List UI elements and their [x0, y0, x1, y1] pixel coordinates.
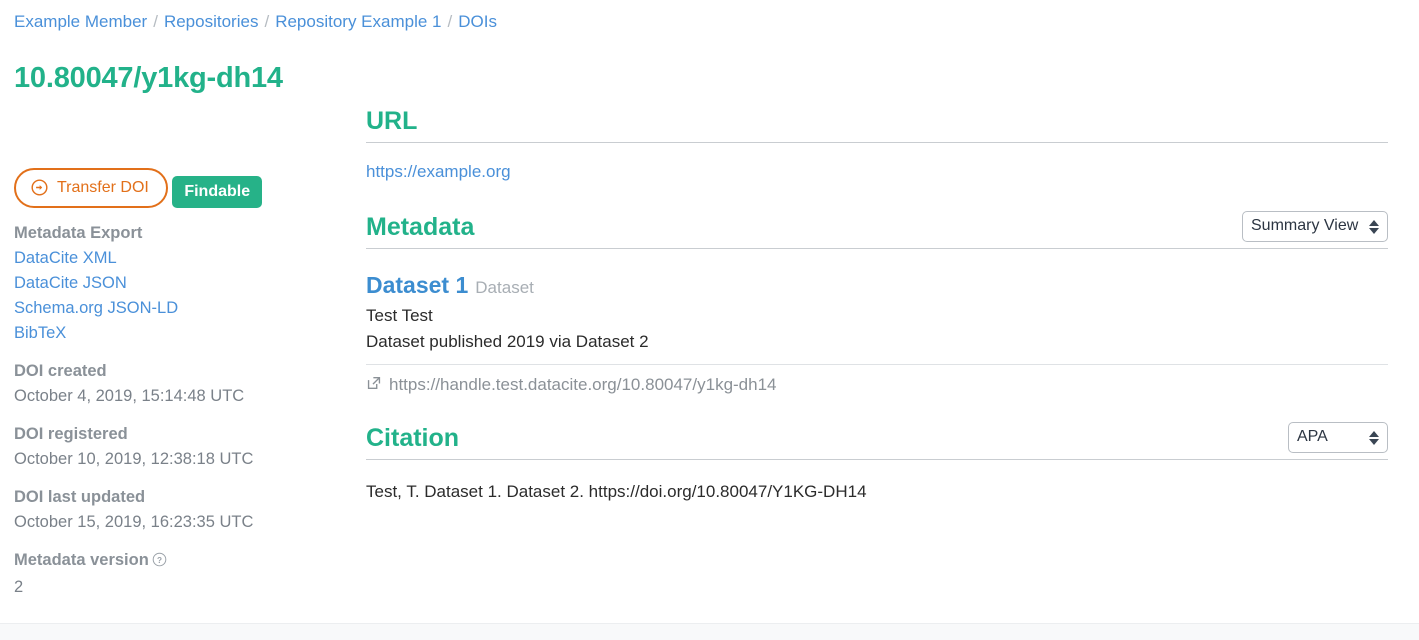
citation-section-header: Citation APA: [366, 422, 1388, 460]
dataset-creator: Test Test: [366, 306, 433, 325]
metadata-view-select-wrapper[interactable]: Summary View: [1242, 211, 1388, 242]
citation-section-title: Citation: [366, 424, 460, 452]
doi-detail-page: Example Member / Repositories / Repository E…: [0, 0, 1419, 623]
footer-band: [0, 623, 1419, 640]
arrow-circle-right-icon: [31, 179, 48, 196]
breadcrumb-item-repositories[interactable]: Repositories: [164, 12, 259, 31]
breadcrumb-item-member[interactable]: Example Member: [14, 12, 147, 31]
external-link-icon: [366, 375, 382, 396]
url-link[interactable]: https://example.org: [366, 162, 511, 181]
citation-text: Test, T. Dataset 1. Dataset 2. https://d…: [366, 482, 867, 501]
svg-text:?: ?: [157, 556, 162, 565]
doi-last-updated-label: DOI last updated: [14, 488, 146, 506]
metadata-version-label: Metadata version?: [14, 548, 354, 575]
url-section: URL https://example.org: [366, 106, 1388, 183]
question-circle-icon[interactable]: ?: [152, 550, 167, 575]
metadata-section: Metadata Summary View Dataset 1 Dataset T…: [366, 211, 1388, 396]
doi-created-label: DOI created: [14, 362, 107, 380]
metadata-export-label: Metadata Export: [14, 224, 143, 242]
transfer-doi-button[interactable]: Transfer DOI: [14, 167, 168, 208]
metadata-view-select[interactable]: Summary View: [1242, 211, 1388, 242]
doi-registered-label: DOI registered: [14, 425, 128, 443]
url-section-header: URL: [366, 106, 1388, 143]
metadata-version-text: Metadata version: [14, 551, 149, 569]
doi-created-value: October 4, 2019, 15:14:48 UTC: [14, 387, 245, 405]
dataset-handle-link[interactable]: https://handle.test.datacite.org/10.8004…: [389, 374, 777, 396]
dataset-title-row: Dataset 1 Dataset: [366, 271, 1388, 303]
transfer-doi-label: Transfer DOI: [57, 178, 149, 196]
metadata-section-title: Metadata: [366, 213, 475, 241]
breadcrumb-separator: /: [153, 12, 158, 31]
url-value-row: https://example.org: [366, 161, 1388, 183]
metadata-version-value: 2: [14, 578, 24, 596]
breadcrumb-separator: /: [264, 12, 270, 31]
export-link-bibtex[interactable]: BibTeX: [14, 321, 354, 346]
export-link-datacite-json[interactable]: DataCite JSON: [14, 271, 354, 296]
dataset-handle-row: https://handle.test.datacite.org/10.8004…: [366, 364, 1388, 396]
sidebar: Transfer DOI Findable Metadata Export Da…: [14, 126, 354, 600]
export-link-schema-org-jsonld[interactable]: Schema.org JSON-LD: [14, 296, 354, 321]
doi-last-updated-value: October 15, 2019, 16:23:35 UTC: [14, 513, 254, 531]
dataset-resource-type: Dataset: [475, 278, 534, 297]
doi-registered-value: October 10, 2019, 12:38:18 UTC: [14, 450, 254, 468]
export-link-datacite-xml[interactable]: DataCite XML: [14, 246, 354, 271]
main-content: URL https://example.org Metadata Summary…: [366, 0, 1388, 504]
metadata-export-links: DataCite XML DataCite JSON Schema.org JS…: [14, 246, 354, 346]
dataset-description: Dataset published 2019 via Dataset 2: [366, 332, 649, 351]
citation-style-select[interactable]: APA: [1288, 422, 1388, 453]
page-title: 10.80047/y1kg-dh14: [14, 62, 283, 95]
citation-style-select-wrapper[interactable]: APA: [1288, 422, 1388, 453]
status-badge: Findable: [172, 176, 263, 208]
citation-section: Citation APA Test, T. Dataset 1. Dataset…: [366, 422, 1388, 504]
dataset-title-link[interactable]: Dataset 1: [366, 272, 468, 298]
url-section-title: URL: [366, 107, 418, 135]
metadata-section-header: Metadata Summary View: [366, 211, 1388, 249]
